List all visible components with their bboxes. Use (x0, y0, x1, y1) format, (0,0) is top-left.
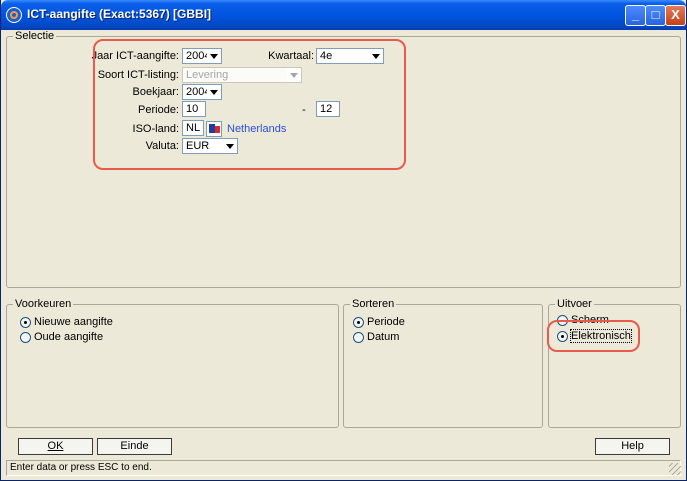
close-button[interactable]: X (665, 5, 686, 26)
radio-indicator (20, 317, 31, 328)
sorteren-legend: Sorteren (350, 298, 397, 310)
status-bar: Enter data or press ESC to end. (6, 460, 681, 476)
window-title: ICT-aangifte (Exact:5367) [GBBI] (27, 7, 212, 21)
radio-label: Nieuwe aangifte (34, 316, 113, 328)
uitvoer-legend: Uitvoer (555, 298, 594, 310)
ok-button[interactable]: OK (18, 438, 93, 455)
selectie-highlight (93, 39, 406, 170)
help-button-label: Help (621, 440, 644, 452)
maximize-button[interactable]: □ (645, 5, 666, 26)
radio-label: Datum (367, 331, 400, 343)
minimize-button[interactable]: _ (625, 5, 646, 26)
einde-button[interactable]: Einde (97, 438, 172, 455)
selectie-legend: Selectie (13, 30, 57, 42)
radio-indicator (353, 317, 364, 328)
radio-indicator (353, 332, 364, 343)
voorkeuren-legend: Voorkeuren (13, 298, 74, 310)
help-button[interactable]: Help (595, 438, 670, 455)
radio-label: Oude aangifte (34, 331, 104, 343)
status-text: Enter data or press ESC to end. (10, 462, 152, 473)
resize-grip-icon[interactable] (669, 463, 681, 475)
einde-button-label: Einde (120, 440, 149, 452)
exact-app-icon (6, 7, 22, 23)
uitvoer-highlight (547, 320, 640, 352)
ok-button-label: OK (47, 440, 64, 452)
title-bar[interactable]: ICT-aangifte (Exact:5367) [GBBI] _ □ X (1, 0, 686, 30)
radio-label: Periode (367, 316, 405, 328)
radio-indicator (20, 332, 31, 343)
ict-aangifte-window: ICT-aangifte (Exact:5367) [GBBI] _ □ X S… (0, 0, 687, 481)
